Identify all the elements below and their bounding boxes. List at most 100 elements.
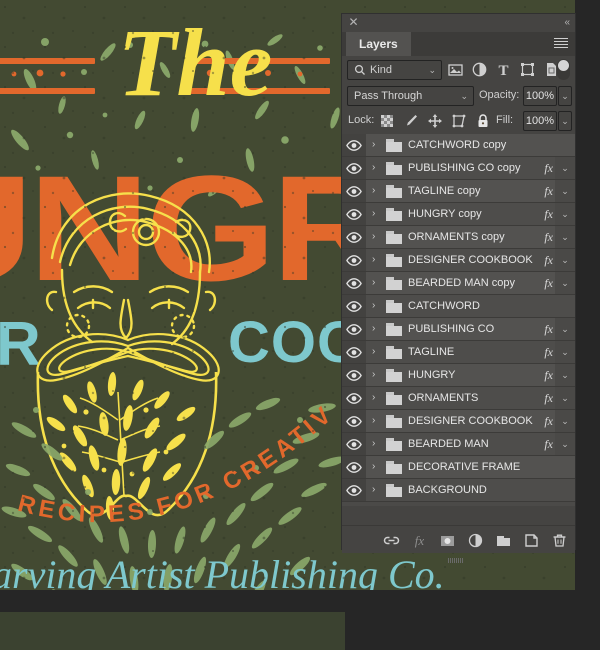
- layer-row[interactable]: › HUNGRY copy fx ⌄: [342, 203, 575, 226]
- fill-input[interactable]: 100%: [523, 111, 557, 131]
- opacity-input[interactable]: 100%: [523, 86, 557, 106]
- layer-effects-fx-icon[interactable]: fx: [544, 410, 553, 432]
- expand-group-chevron-icon[interactable]: ›: [372, 157, 375, 179]
- layer-row[interactable]: › ORNAMENTS fx ⌄: [342, 387, 575, 410]
- expand-group-chevron-icon[interactable]: ›: [372, 295, 375, 317]
- layer-effects-fx-icon[interactable]: fx: [544, 364, 553, 386]
- expand-group-chevron-icon[interactable]: ›: [372, 180, 375, 202]
- expand-group-chevron-icon[interactable]: ›: [372, 341, 375, 363]
- lock-image-pixels-icon[interactable]: [402, 112, 420, 130]
- eye-visibility-icon[interactable]: [342, 433, 366, 455]
- expand-group-chevron-icon[interactable]: ›: [372, 433, 375, 455]
- eye-visibility-icon[interactable]: [342, 318, 366, 340]
- layer-effects-chevron-down-icon[interactable]: ⌄: [555, 318, 575, 340]
- layer-row[interactable]: › BEARDED MAN copy fx ⌄: [342, 272, 575, 295]
- layers-panel[interactable]: ✕ « Layers Kind ⌄ T Pass Through ⌄ Opaci…: [342, 14, 575, 563]
- layer-row[interactable]: › DESIGNER COOKBOOK fx ⌄: [342, 410, 575, 433]
- expand-group-chevron-icon[interactable]: ›: [372, 479, 375, 501]
- eye-visibility-icon[interactable]: [342, 479, 366, 501]
- layer-row[interactable]: › CATCHWORD: [342, 295, 575, 318]
- layer-effects-chevron-down-icon[interactable]: ⌄: [555, 249, 575, 271]
- expand-group-chevron-icon[interactable]: ›: [372, 318, 375, 340]
- layer-effects-chevron-down-icon[interactable]: ⌄: [555, 433, 575, 455]
- layer-row[interactable]: › PUBLISHING CO fx ⌄: [342, 318, 575, 341]
- filter-shape-layers-icon[interactable]: [518, 60, 537, 79]
- layer-list[interactable]: › CATCHWORD copy › PUBLISHING CO copy fx ⌄ › TA…: [342, 134, 575, 506]
- eye-visibility-icon[interactable]: [342, 226, 366, 248]
- layer-effects-chevron-down-icon[interactable]: ⌄: [555, 226, 575, 248]
- eye-visibility-icon[interactable]: [342, 456, 366, 478]
- layer-effects-fx-icon[interactable]: fx: [544, 226, 553, 248]
- filter-pixel-layers-icon[interactable]: [446, 60, 465, 79]
- new-layer-icon[interactable]: [522, 531, 541, 550]
- layer-name[interactable]: PUBLISHING CO copy: [408, 157, 535, 179]
- layer-row[interactable]: › PUBLISHING CO copy fx ⌄: [342, 157, 575, 180]
- layer-name[interactable]: DESIGNER COOKBOOK: [408, 410, 535, 432]
- link-layers-icon[interactable]: [382, 531, 401, 550]
- filter-adjustment-layers-icon[interactable]: [470, 60, 489, 79]
- layer-name[interactable]: CATCHWORD: [408, 295, 535, 317]
- eye-visibility-icon[interactable]: [342, 203, 366, 225]
- expand-group-chevron-icon[interactable]: ›: [372, 364, 375, 386]
- layer-row[interactable]: › DESIGNER COOKBOOK ... fx ⌄: [342, 249, 575, 272]
- layer-effects-fx-icon[interactable]: fx: [544, 341, 553, 363]
- expand-group-chevron-icon[interactable]: ›: [372, 456, 375, 478]
- eye-visibility-icon[interactable]: [342, 410, 366, 432]
- layer-name[interactable]: PUBLISHING CO: [408, 318, 535, 340]
- layer-name[interactable]: ORNAMENTS copy: [408, 226, 535, 248]
- close-icon[interactable]: ✕: [347, 16, 360, 29]
- lock-position-icon[interactable]: [426, 112, 444, 130]
- eye-visibility-icon[interactable]: [342, 272, 366, 294]
- fill-chevron-down-icon[interactable]: ⌄: [558, 111, 572, 131]
- layer-effects-chevron-down-icon[interactable]: ⌄: [555, 272, 575, 294]
- layer-effects-fx-icon[interactable]: fx: [544, 433, 553, 455]
- layer-effects-fx-icon[interactable]: fx: [544, 203, 553, 225]
- eye-visibility-icon[interactable]: [342, 249, 366, 271]
- lock-artboard-nesting-icon[interactable]: [450, 112, 468, 130]
- layer-name[interactable]: HUNGRY copy: [408, 203, 535, 225]
- layer-name[interactable]: ORNAMENTS: [408, 387, 535, 409]
- eye-visibility-icon[interactable]: [342, 341, 366, 363]
- layer-row[interactable]: › DECORATIVE FRAME: [342, 456, 575, 479]
- layer-name[interactable]: HUNGRY: [408, 364, 535, 386]
- layer-effects-fx-icon[interactable]: fx: [544, 318, 553, 340]
- layer-row[interactable]: › ORNAMENTS copy fx ⌄: [342, 226, 575, 249]
- layer-row[interactable]: › HUNGRY fx ⌄: [342, 364, 575, 387]
- expand-group-chevron-icon[interactable]: ›: [372, 203, 375, 225]
- lock-all-icon[interactable]: [474, 112, 492, 130]
- layer-effects-chevron-down-icon[interactable]: ⌄: [555, 364, 575, 386]
- layer-effects-chevron-down-icon[interactable]: ⌄: [555, 341, 575, 363]
- layer-effects-chevron-down-icon[interactable]: ⌄: [555, 180, 575, 202]
- layer-name[interactable]: BEARDED MAN copy: [408, 272, 535, 294]
- eye-visibility-icon[interactable]: [342, 157, 366, 179]
- layer-effects-fx-icon[interactable]: fx: [544, 272, 553, 294]
- layer-effects-fx-icon[interactable]: fx: [544, 180, 553, 202]
- layer-effects-chevron-down-icon[interactable]: ⌄: [555, 157, 575, 179]
- new-adjustment-layer-icon[interactable]: [466, 531, 485, 550]
- layer-effects-fx-icon[interactable]: fx: [544, 249, 553, 271]
- layer-style-fx-icon[interactable]: fx: [410, 531, 429, 550]
- layer-row[interactable]: › BACKGROUND: [342, 479, 575, 502]
- filter-type-layers-icon[interactable]: T: [494, 60, 513, 79]
- expand-group-chevron-icon[interactable]: ›: [372, 134, 375, 156]
- expand-group-chevron-icon[interactable]: ›: [372, 226, 375, 248]
- collapse-arrows-icon[interactable]: «: [564, 16, 569, 29]
- expand-group-chevron-icon[interactable]: ›: [372, 249, 375, 271]
- filter-enable-toggle[interactable]: [557, 59, 570, 80]
- layer-row[interactable]: › CATCHWORD copy: [342, 134, 575, 157]
- eye-visibility-icon[interactable]: [342, 134, 366, 156]
- layer-name[interactable]: TAGLINE copy: [408, 180, 535, 202]
- expand-group-chevron-icon[interactable]: ›: [372, 387, 375, 409]
- layer-effects-chevron-down-icon[interactable]: ⌄: [555, 410, 575, 432]
- add-layer-mask-icon[interactable]: [438, 531, 457, 550]
- panel-resize-grip[interactable]: [447, 554, 470, 563]
- layer-name[interactable]: TAGLINE: [408, 341, 535, 363]
- blend-mode-select[interactable]: Pass Through ⌄: [347, 86, 474, 106]
- eye-visibility-icon[interactable]: [342, 364, 366, 386]
- filter-kind-select[interactable]: Kind ⌄: [347, 60, 442, 80]
- eye-visibility-icon[interactable]: [342, 180, 366, 202]
- panel-menu-icon[interactable]: [554, 38, 568, 49]
- expand-group-chevron-icon[interactable]: ›: [372, 272, 375, 294]
- eye-visibility-icon[interactable]: [342, 295, 366, 317]
- lock-transparent-pixels-icon[interactable]: [378, 112, 396, 130]
